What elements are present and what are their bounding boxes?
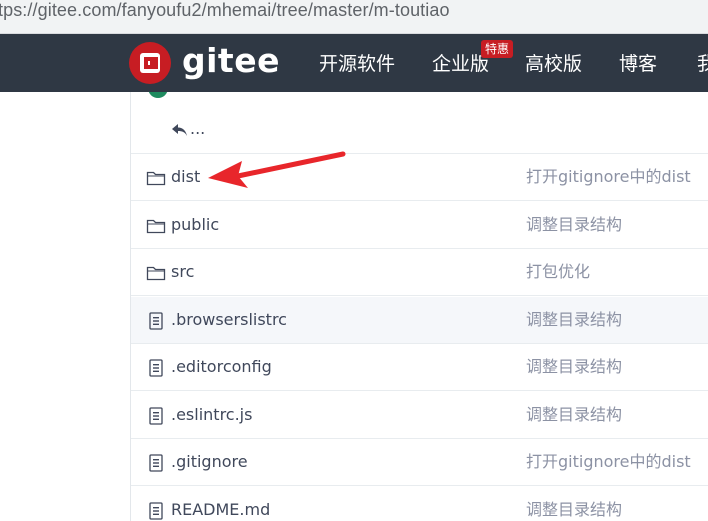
file-tree-panel: ... dist 打开gitignore中的dist public 调整目录结构 src… (130, 92, 708, 521)
file-name-link[interactable]: README.md (171, 499, 270, 521)
promo-badge: 特惠 (481, 40, 514, 58)
file-icon (146, 501, 166, 521)
gitee-logo-text[interactable]: gitee (182, 40, 280, 82)
file-name-link[interactable]: dist (171, 166, 200, 188)
folder-icon (146, 168, 166, 188)
parent-directory-label[interactable]: ... (190, 118, 205, 140)
parent-directory-row[interactable]: ... (131, 108, 708, 154)
browser-address-bar[interactable]: tps://gitee.com/fanyoufu2/mhemai/tree/ma… (0, 0, 708, 34)
file-name-link[interactable]: .eslintrc.js (171, 404, 252, 426)
folder-row[interactable]: public 调整目录结构 (131, 201, 708, 249)
nav-item-education[interactable]: 高校版 (525, 51, 582, 77)
file-icon (146, 311, 166, 331)
nav-item-blog[interactable]: 博客 (619, 51, 657, 77)
file-name-link[interactable]: src (171, 261, 194, 283)
commit-message-link[interactable]: 调整目录结构 (526, 404, 622, 426)
folder-icon (146, 263, 166, 283)
top-navbar: gitee 开源软件 企业版 特惠 高校版 博客 我 (0, 34, 708, 92)
back-arrow-icon (172, 124, 187, 136)
commit-message-link[interactable]: 打开gitignore中的dist (526, 166, 691, 188)
file-row[interactable]: .gitignore 打开gitignore中的dist (131, 439, 708, 486)
left-margin (0, 92, 130, 521)
file-name-link[interactable]: public (171, 214, 219, 236)
file-icon (146, 453, 166, 473)
file-name-link[interactable]: .gitignore (171, 451, 248, 473)
file-icon (146, 406, 166, 426)
file-row[interactable]: .eslintrc.js 调整目录结构 (131, 391, 708, 439)
folder-row[interactable]: dist 打开gitignore中的dist (131, 154, 708, 201)
commit-message-link[interactable]: 打开gitignore中的dist (526, 451, 691, 473)
nav-item-more[interactable]: 我 (697, 51, 708, 77)
folder-icon (146, 216, 166, 236)
file-row[interactable]: README.md 调整目录结构 (131, 486, 708, 521)
commit-message-link[interactable]: 调整目录结构 (526, 499, 622, 521)
folder-row[interactable]: src 打包优化 (131, 249, 708, 296)
commit-message-link[interactable]: 调整目录结构 (526, 356, 622, 378)
avatar (148, 92, 168, 98)
file-icon (146, 358, 166, 378)
nav-item-open-source[interactable]: 开源软件 (319, 51, 395, 77)
commit-message-link[interactable]: 打包优化 (526, 261, 590, 283)
file-name-link[interactable]: .editorconfig (171, 356, 272, 378)
file-row[interactable]: .editorconfig 调整目录结构 (131, 344, 708, 391)
commit-message-link[interactable]: 调整目录结构 (526, 214, 622, 236)
commit-message-link[interactable]: 调整目录结构 (526, 309, 622, 331)
gitee-logo-icon[interactable] (129, 42, 171, 84)
file-name-link[interactable]: .browserslistrc (171, 309, 287, 331)
url-text[interactable]: tps://gitee.com/fanyoufu2/mhemai/tree/ma… (0, 0, 450, 22)
file-row[interactable]: .browserslistrc 调整目录结构 (131, 296, 708, 344)
